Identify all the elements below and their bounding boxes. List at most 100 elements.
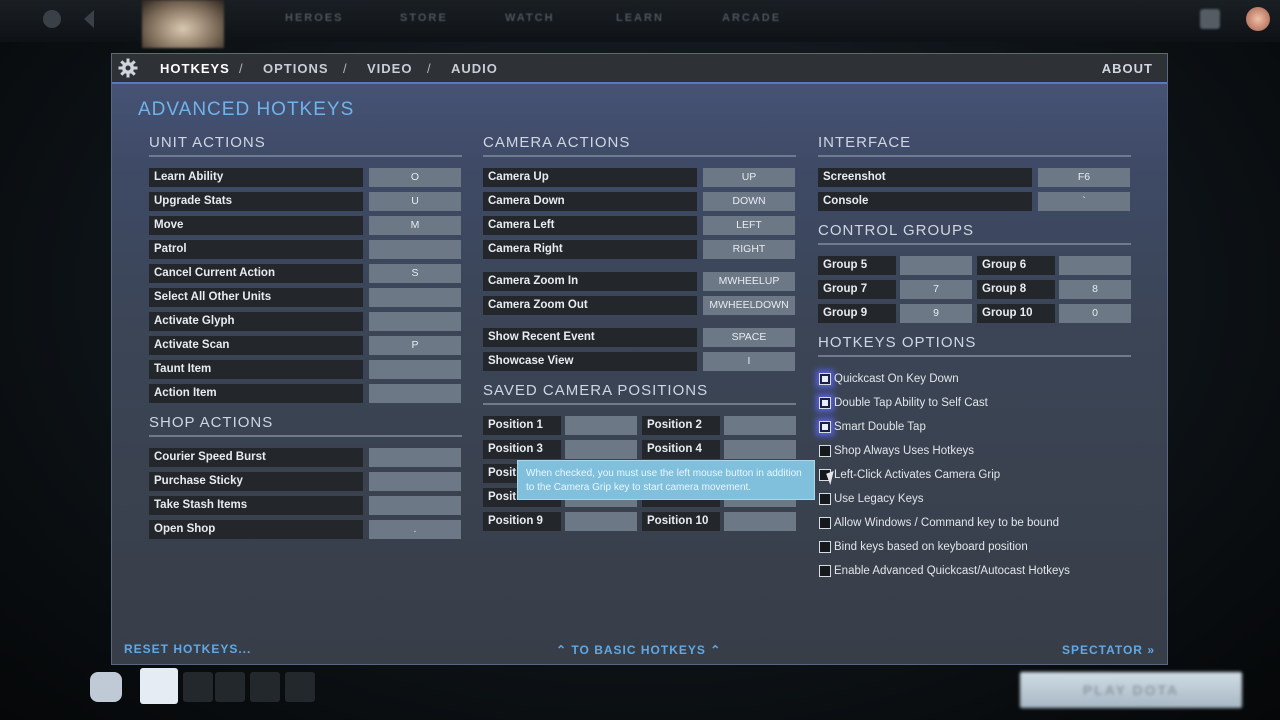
hotkey-binding-position-10[interactable] bbox=[724, 512, 796, 531]
option-label-enable-advanced-quickcast-autocast-hotkeys[interactable]: Enable Advanced Quickcast/Autocast Hotke… bbox=[834, 562, 1070, 580]
hotkey-binding-position-1[interactable] bbox=[565, 416, 637, 435]
basic-hotkeys-link[interactable]: ⌃ TO BASIC HOTKEYS ⌃ bbox=[556, 643, 721, 657]
nav-watch[interactable]: WATCH bbox=[505, 12, 555, 24]
option-label-bind-keys-based-on-keyboard-position[interactable]: Bind keys based on keyboard position bbox=[834, 538, 1028, 556]
hotkey-binding-position-4[interactable] bbox=[724, 440, 796, 459]
hotkey-label-position-2: Position 2 bbox=[642, 416, 720, 435]
checkbox-allow-windows-command-key-to-be-bound[interactable] bbox=[819, 517, 831, 529]
option-label-shop-always-uses-hotkeys[interactable]: Shop Always Uses Hotkeys bbox=[834, 442, 974, 460]
hotkey-binding-camera-up[interactable]: UP bbox=[703, 168, 795, 187]
party-slot[interactable] bbox=[250, 672, 280, 702]
hotkey-binding-screenshot[interactable]: F6 bbox=[1038, 168, 1130, 187]
hotkey-binding-learn-ability[interactable]: O bbox=[369, 168, 461, 187]
hotkey-binding-purchase-sticky[interactable] bbox=[369, 472, 461, 491]
option-label-use-legacy-keys[interactable]: Use Legacy Keys bbox=[834, 490, 924, 508]
checkbox-double-tap-ability-to-self-cast[interactable] bbox=[819, 397, 831, 409]
hotkey-label-camera-up: Camera Up bbox=[483, 168, 697, 187]
hero-portrait[interactable] bbox=[142, 0, 224, 48]
hotkey-binding-group-7[interactable]: 7 bbox=[900, 280, 972, 299]
hotkey-binding-activate-scan[interactable]: P bbox=[369, 336, 461, 355]
checkbox-bind-keys-based-on-keyboard-position[interactable] bbox=[819, 541, 831, 553]
nav-store[interactable]: STORE bbox=[400, 12, 448, 24]
party-slot[interactable] bbox=[215, 672, 245, 702]
tab-options[interactable]: OPTIONS bbox=[263, 61, 329, 76]
reset-hotkeys-link[interactable]: RESET HOTKEYS... bbox=[124, 642, 251, 656]
hotkey-label-cancel-current-action: Cancel Current Action bbox=[149, 264, 363, 283]
spectator-link[interactable]: SPECTATOR » bbox=[1062, 643, 1155, 657]
hotkey-binding-open-shop[interactable]: . bbox=[369, 520, 461, 539]
chat-icon[interactable] bbox=[48, 672, 78, 702]
hotkey-binding-showcase-view[interactable]: I bbox=[703, 352, 795, 371]
hotkey-label-camera-zoom-in: Camera Zoom In bbox=[483, 272, 697, 291]
hotkey-label-upgrade-stats: Upgrade Stats bbox=[149, 192, 363, 211]
gear-icon[interactable] bbox=[118, 58, 138, 78]
hotkey-binding-select-all-other-units[interactable] bbox=[369, 288, 461, 307]
hotkey-binding-camera-down[interactable]: DOWN bbox=[703, 192, 795, 211]
hotkey-binding-group-5[interactable] bbox=[900, 256, 972, 275]
hotkey-binding-move[interactable]: M bbox=[369, 216, 461, 235]
hotkey-binding-show-recent-event[interactable]: SPACE bbox=[703, 328, 795, 347]
hotkey-binding-position-9[interactable] bbox=[565, 512, 637, 531]
hotkey-binding-activate-glyph[interactable] bbox=[369, 312, 461, 331]
nav-learn[interactable]: LEARN bbox=[616, 12, 664, 24]
hotkey-binding-patrol[interactable] bbox=[369, 240, 461, 259]
hotkey-label-showcase-view: Showcase View bbox=[483, 352, 697, 371]
hotkey-label-camera-right: Camera Right bbox=[483, 240, 697, 259]
settings-icon[interactable] bbox=[43, 10, 61, 28]
option-label-smart-double-tap[interactable]: Smart Double Tap bbox=[834, 418, 926, 436]
party-slot[interactable] bbox=[140, 668, 178, 704]
hotkey-label-group-6: Group 6 bbox=[977, 256, 1055, 275]
option-label-quickcast-on-key-down[interactable]: Quickcast On Key Down bbox=[834, 370, 959, 388]
tab-hotkeys[interactable]: HOTKEYS bbox=[160, 61, 230, 76]
hotkey-label-group-8: Group 8 bbox=[977, 280, 1055, 299]
hotkey-binding-upgrade-stats[interactable]: U bbox=[369, 192, 461, 211]
checkbox-use-legacy-keys[interactable] bbox=[819, 493, 831, 505]
hotkey-binding-camera-zoom-in[interactable]: MWHEELUP bbox=[703, 272, 795, 291]
checkbox-shop-always-uses-hotkeys[interactable] bbox=[819, 445, 831, 457]
hotkey-binding-group-6[interactable] bbox=[1059, 256, 1131, 275]
control-groups-title: CONTROL GROUPS bbox=[818, 222, 974, 239]
play-dota-button[interactable]: PLAY DOTA bbox=[1020, 672, 1242, 708]
hotkey-binding-position-3[interactable] bbox=[565, 440, 637, 459]
tab-audio[interactable]: AUDIO bbox=[451, 61, 498, 76]
hotkey-binding-camera-left[interactable]: LEFT bbox=[703, 216, 795, 235]
option-label-left-click-activates-camera-grip[interactable]: Left-Click Activates Camera Grip bbox=[834, 466, 1000, 484]
hotkey-binding-position-2[interactable] bbox=[724, 416, 796, 435]
hotkey-binding-action-item[interactable] bbox=[369, 384, 461, 403]
hotkey-binding-courier-speed-burst[interactable] bbox=[369, 448, 461, 467]
option-label-allow-windows-command-key-to-be-bound[interactable]: Allow Windows / Command key to be bound bbox=[834, 514, 1059, 532]
hotkey-binding-cancel-current-action[interactable]: S bbox=[369, 264, 461, 283]
tab-video[interactable]: VIDEO bbox=[367, 61, 412, 76]
hotkey-label-camera-zoom-out: Camera Zoom Out bbox=[483, 296, 697, 315]
party-slot[interactable] bbox=[285, 672, 315, 702]
hotkey-binding-take-stash-items[interactable] bbox=[369, 496, 461, 515]
hotkey-binding-group-9[interactable]: 9 bbox=[900, 304, 972, 323]
checkbox-smart-double-tap[interactable] bbox=[819, 421, 831, 433]
hotkey-binding-taunt-item[interactable] bbox=[369, 360, 461, 379]
hotkey-binding-camera-right[interactable]: RIGHT bbox=[703, 240, 795, 259]
hotkey-binding-group-8[interactable]: 8 bbox=[1059, 280, 1131, 299]
party-slot[interactable] bbox=[183, 672, 213, 702]
checkbox-enable-advanced-quickcast-autocast-hotkeys[interactable] bbox=[819, 565, 831, 577]
back-arrow-icon[interactable] bbox=[84, 10, 94, 28]
checkbox-quickcast-on-key-down[interactable] bbox=[819, 373, 831, 385]
hotkey-label-position-3: Position 3 bbox=[483, 440, 561, 459]
hotkey-binding-console[interactable]: ` bbox=[1038, 192, 1130, 211]
nav-heroes[interactable]: HEROES bbox=[285, 12, 343, 24]
hotkey-label-move: Move bbox=[149, 216, 363, 235]
friends-icon[interactable] bbox=[1200, 9, 1220, 29]
nav-arcade[interactable]: ARCADE bbox=[722, 12, 781, 24]
hotkey-label-group-10: Group 10 bbox=[977, 304, 1055, 323]
avatar[interactable] bbox=[1246, 7, 1270, 31]
hotkey-binding-camera-zoom-out[interactable]: MWHEELDOWN bbox=[703, 296, 795, 315]
hotkey-label-patrol: Patrol bbox=[149, 240, 363, 259]
hotkey-binding-group-10[interactable]: 0 bbox=[1059, 304, 1131, 323]
hotkey-label-position-10: Position 10 bbox=[642, 512, 720, 531]
hotkey-label-camera-down: Camera Down bbox=[483, 192, 697, 211]
hotkeys-options-title: HOTKEYS OPTIONS bbox=[818, 334, 977, 351]
about-link[interactable]: ABOUT bbox=[1102, 61, 1153, 76]
section-divider bbox=[818, 155, 1131, 157]
hotkey-label-group-5: Group 5 bbox=[818, 256, 896, 275]
party-slot[interactable] bbox=[90, 672, 122, 702]
option-label-double-tap-ability-to-self-cast[interactable]: Double Tap Ability to Self Cast bbox=[834, 394, 988, 412]
